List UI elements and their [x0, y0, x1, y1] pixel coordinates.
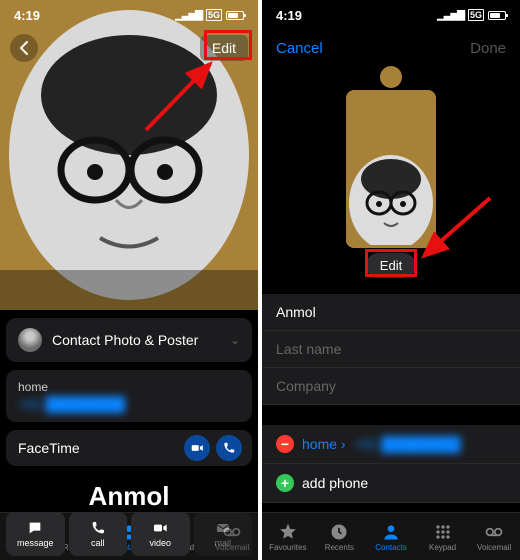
edit-form: Anmol Last name Company − home › +91 ███…: [262, 294, 520, 512]
contact-view-screen: 4:19 ▁▃▅▇ 5G Edit Anmol message call vid…: [0, 0, 258, 560]
phone-number-field[interactable]: +91 ████████: [354, 436, 461, 452]
avatar-bubble[interactable]: [380, 66, 402, 88]
call-button[interactable]: call: [69, 512, 128, 556]
signal-icon: ▁▃▅▇: [175, 10, 202, 21]
edit-contact-screen: 4:19 ▁▃▅▇ 5G Cancel Done Edit Anmol Last…: [262, 0, 520, 560]
phone-type-picker[interactable]: home ›: [302, 436, 346, 452]
video-icon: [152, 520, 168, 536]
keypad-icon: [433, 522, 453, 542]
annotation-arrow-icon: [140, 56, 230, 136]
message-icon: [27, 520, 43, 536]
video-icon: [190, 441, 204, 455]
action-row: message call video mail: [6, 512, 252, 556]
status-bar: 4:19 ▁▃▅▇ 5G: [0, 0, 258, 30]
annotation-arrow-icon: [418, 194, 498, 264]
tab-keypad[interactable]: Keypad: [417, 513, 469, 560]
star-icon: [278, 522, 298, 542]
phone-entry-row[interactable]: − home › +91 ████████: [262, 425, 520, 464]
chevron-left-icon: [19, 41, 29, 55]
status-time: 4:19: [14, 8, 40, 23]
tab-voicemail[interactable]: Voicemail: [468, 513, 520, 560]
phone-icon: [90, 520, 106, 536]
company-field[interactable]: Company: [262, 368, 520, 405]
status-bar: 4:19 ▁▃▅▇ 5G: [262, 0, 520, 30]
last-name-field[interactable]: Last name: [262, 331, 520, 368]
phone-label: home: [18, 380, 240, 394]
avatar-thumb-icon: [18, 328, 42, 352]
mail-icon: [215, 520, 231, 536]
phone-number: +91 ████████: [18, 396, 240, 412]
add-icon: +: [276, 474, 294, 492]
tab-recents[interactable]: Recents: [314, 513, 366, 560]
contact-photo-poster-row[interactable]: Contact Photo & Poster ⌄: [6, 318, 252, 362]
video-button[interactable]: video: [131, 512, 190, 556]
mail-button: mail: [194, 512, 253, 556]
phone-icon: [222, 441, 236, 455]
status-time: 4:19: [276, 8, 302, 23]
back-button[interactable]: [10, 34, 38, 62]
tab-contacts[interactable]: Contacts: [365, 513, 417, 560]
network-icon: 5G: [206, 9, 222, 21]
first-name-field[interactable]: Anmol: [262, 294, 520, 331]
signal-icon: ▁▃▅▇: [437, 10, 464, 21]
facetime-row[interactable]: FaceTime: [6, 430, 252, 466]
facetime-audio-button[interactable]: [216, 435, 242, 461]
contact-name: Anmol: [0, 481, 258, 512]
person-icon: [381, 522, 401, 542]
facetime-video-button[interactable]: [184, 435, 210, 461]
annotation-highlight: [365, 249, 417, 277]
remove-icon[interactable]: −: [276, 435, 294, 453]
chevron-expand-icon: ⌄: [230, 333, 240, 347]
add-phone-button[interactable]: + add phone: [262, 464, 520, 503]
battery-icon: [488, 11, 506, 20]
network-icon: 5G: [468, 9, 484, 21]
done-button: Done: [470, 40, 506, 57]
tab-favourites[interactable]: Favourites: [262, 513, 314, 560]
clock-icon: [329, 522, 349, 542]
message-button[interactable]: message: [6, 512, 65, 556]
tab-bar: Favourites Recents Contacts Keypad Voice…: [262, 512, 520, 560]
battery-icon: [226, 11, 244, 20]
cancel-button[interactable]: Cancel: [276, 40, 323, 57]
phone-row[interactable]: home +91 ████████: [6, 370, 252, 422]
voicemail-icon: [484, 522, 504, 542]
